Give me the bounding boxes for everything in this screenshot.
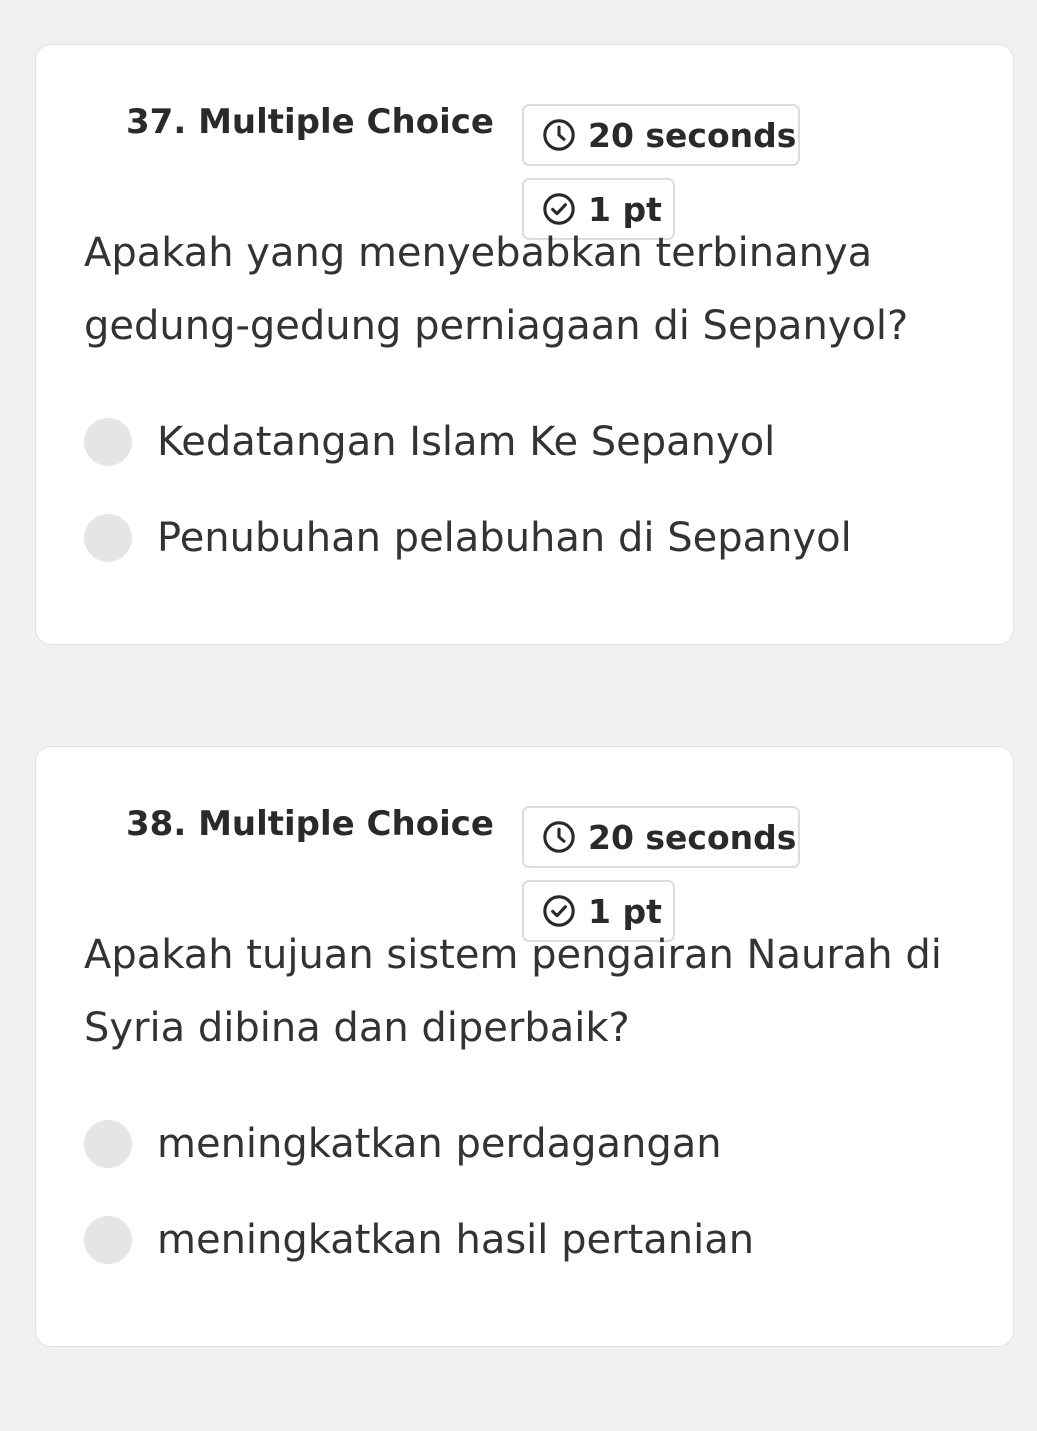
radio-button[interactable] [84,1120,132,1168]
answer-option[interactable]: meningkatkan hasil pertanian [84,1215,754,1265]
radio-button[interactable] [84,1216,132,1264]
question-type-label: 38. Multiple Choice [126,804,494,844]
question-card-37: 37. Multiple Choice 20 seconds 1 pt Apak… [35,44,1014,645]
answer-option-label: meningkatkan hasil pertanian [157,1217,755,1263]
answer-option[interactable]: Kedatangan Islam Ke Sepanyol [84,417,775,467]
radio-button[interactable] [84,418,132,466]
answer-option-label: Kedatangan Islam Ke Sepanyol [157,419,776,465]
question-type-label: 37. Multiple Choice [126,102,494,142]
time-limit-chip: 20 seconds [522,104,800,166]
answer-option-label: meningkatkan perdagangan [157,1121,722,1167]
time-limit-label: 20 seconds [588,115,797,155]
question-text: Apakah tujuan sistem pengairan Naurah di… [84,932,942,1051]
question-text: Apakah yang menyebabkan terbinanya gedun… [84,230,909,349]
answer-option[interactable]: Penubuhan pelabuhan di Sepanyol [84,513,852,563]
clock-icon [543,119,575,151]
answer-option-label: Penubuhan pelabuhan di Sepanyol [157,515,852,561]
time-limit-chip: 20 seconds [522,806,800,868]
radio-button[interactable] [84,514,132,562]
time-limit-label: 20 seconds [588,817,797,857]
question-card-38: 38. Multiple Choice 20 seconds 1 pt Apak… [35,746,1014,1347]
clock-icon [543,821,575,853]
answer-option[interactable]: meningkatkan perdagangan [84,1119,722,1169]
